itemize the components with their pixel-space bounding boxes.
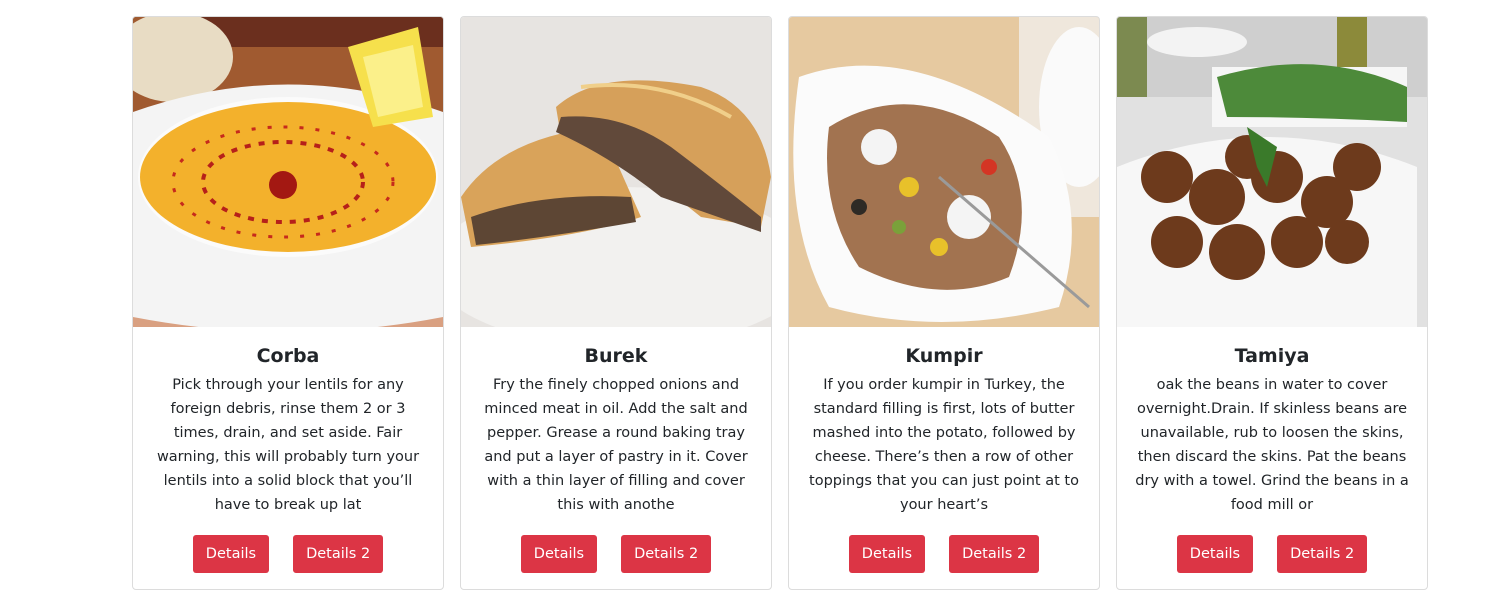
details-2-button[interactable]: Details 2 [1277,535,1368,573]
card-title: Corba [256,345,320,367]
card-body: Corba Pick through your lentils for any … [133,327,443,589]
recipe-card-corba: Corba Pick through your lentils for any … [132,16,444,590]
card-body: Burek Fry the finely chopped onions and … [461,327,771,589]
corba-image [133,17,443,327]
details-button[interactable]: Details [848,535,926,573]
card-title: Burek [584,345,648,367]
details-button[interactable]: Details [1176,535,1254,573]
card-text: Pick through your lentils for any foreig… [156,377,420,513]
recipe-card-burek: Burek Fry the finely chopped onions and … [460,16,772,590]
details-button[interactable]: Details [520,535,598,573]
card-title: Kumpir [905,345,983,367]
card-body: Tamiya oak the beans in water to cover o… [1117,327,1427,589]
card-text: oak the beans in water to cover overnigh… [1135,377,1409,513]
card-row: Corba Pick through your lentils for any … [132,16,1428,590]
kumpir-image [789,17,1099,327]
card-buttons: Details Details 2 [848,535,1040,573]
details-2-button[interactable]: Details 2 [949,535,1040,573]
recipe-card-tamiya: Tamiya oak the beans in water to cover o… [1116,16,1428,590]
details-2-button[interactable]: Details 2 [621,535,712,573]
recipe-card-kumpir: Kumpir If you order kumpir in Turkey, th… [788,16,1100,590]
card-buttons: Details Details 2 [520,535,712,573]
card-buttons: Details Details 2 [192,535,384,573]
card-buttons: Details Details 2 [1176,535,1368,573]
card-text: Fry the finely chopped onions and minced… [484,377,748,513]
details-button[interactable]: Details [192,535,270,573]
details-2-button[interactable]: Details 2 [293,535,384,573]
card-body: Kumpir If you order kumpir in Turkey, th… [789,327,1099,589]
burek-image [461,17,771,327]
card-title: Tamiya [1234,345,1310,367]
tamiya-image [1117,17,1427,327]
card-text: If you order kumpir in Turkey, the stand… [809,377,1079,513]
